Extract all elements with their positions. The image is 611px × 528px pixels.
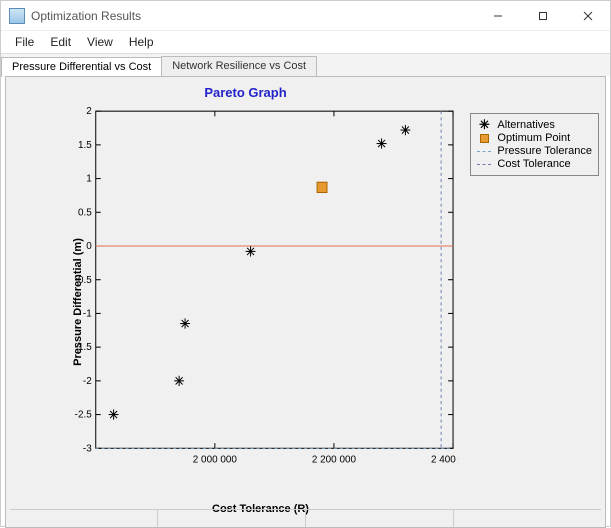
svg-text:-1: -1	[83, 308, 92, 319]
plot-area[interactable]: -3 -2.5 -2 -1.5 -1 -0.5 0 0.5 1 1.5 2 2 000 000 2 20…	[62, 105, 459, 475]
svg-text:1.5: 1.5	[78, 140, 92, 151]
svg-text:2: 2	[86, 106, 92, 117]
svg-text:-0.5: -0.5	[75, 275, 92, 286]
svg-text:-3: -3	[83, 443, 92, 454]
legend-label: Pressure Tolerance	[497, 145, 592, 157]
maximize-button[interactable]	[520, 1, 565, 30]
svg-text:2 400 000: 2 400 000	[431, 455, 459, 466]
close-button[interactable]	[565, 1, 610, 30]
svg-text:1: 1	[86, 174, 92, 185]
status-cell	[158, 510, 306, 527]
tab-row: Pressure Differential vs Cost Network Re…	[1, 53, 610, 76]
svg-text:0: 0	[86, 241, 92, 252]
chart-area: Pareto Graph ✳Alternatives Optimum Point…	[12, 83, 599, 521]
tab-resilience-vs-cost[interactable]: Network Resilience vs Cost	[161, 56, 317, 76]
legend-label: Alternatives	[497, 119, 554, 131]
legend-cost-tol: Cost Tolerance	[477, 158, 592, 170]
status-bar	[10, 509, 601, 527]
window-title: Optimization Results	[31, 9, 475, 23]
svg-text:0.5: 0.5	[78, 207, 92, 218]
legend-label: Optimum Point	[497, 132, 570, 144]
status-cell	[10, 510, 158, 527]
legend-alternatives: ✳Alternatives	[477, 119, 592, 131]
legend-label: Cost Tolerance	[497, 158, 570, 170]
titlebar: Optimization Results	[1, 1, 610, 31]
plot-svg: -3 -2.5 -2 -1.5 -1 -0.5 0 0.5 1 1.5 2 2 000 000 2 20…	[62, 105, 459, 475]
legend-optimum: Optimum Point	[477, 132, 592, 144]
menu-help[interactable]: Help	[121, 33, 162, 51]
legend-pressure-tol: Pressure Tolerance	[477, 145, 592, 157]
legend: ✳Alternatives Optimum Point Pressure Tol…	[470, 113, 599, 176]
svg-text:-2.5: -2.5	[75, 410, 92, 421]
app-icon	[9, 8, 25, 24]
menu-file[interactable]: File	[7, 33, 42, 51]
chart-title: Pareto Graph	[12, 85, 479, 100]
status-cell	[454, 510, 601, 527]
svg-text:2 000 000: 2 000 000	[193, 455, 237, 466]
tab-pressure-vs-cost[interactable]: Pressure Differential vs Cost	[1, 57, 162, 77]
chart-panel: Pareto Graph ✳Alternatives Optimum Point…	[5, 76, 606, 528]
svg-text:2 200 000: 2 200 000	[312, 455, 356, 466]
status-cell	[306, 510, 454, 527]
svg-text:-2: -2	[83, 376, 92, 387]
minimize-button[interactable]	[475, 1, 520, 30]
menubar: File Edit View Help	[1, 31, 610, 53]
svg-text:-1.5: -1.5	[75, 342, 92, 353]
menu-view[interactable]: View	[79, 33, 121, 51]
window-controls	[475, 1, 610, 30]
menu-edit[interactable]: Edit	[42, 33, 79, 51]
